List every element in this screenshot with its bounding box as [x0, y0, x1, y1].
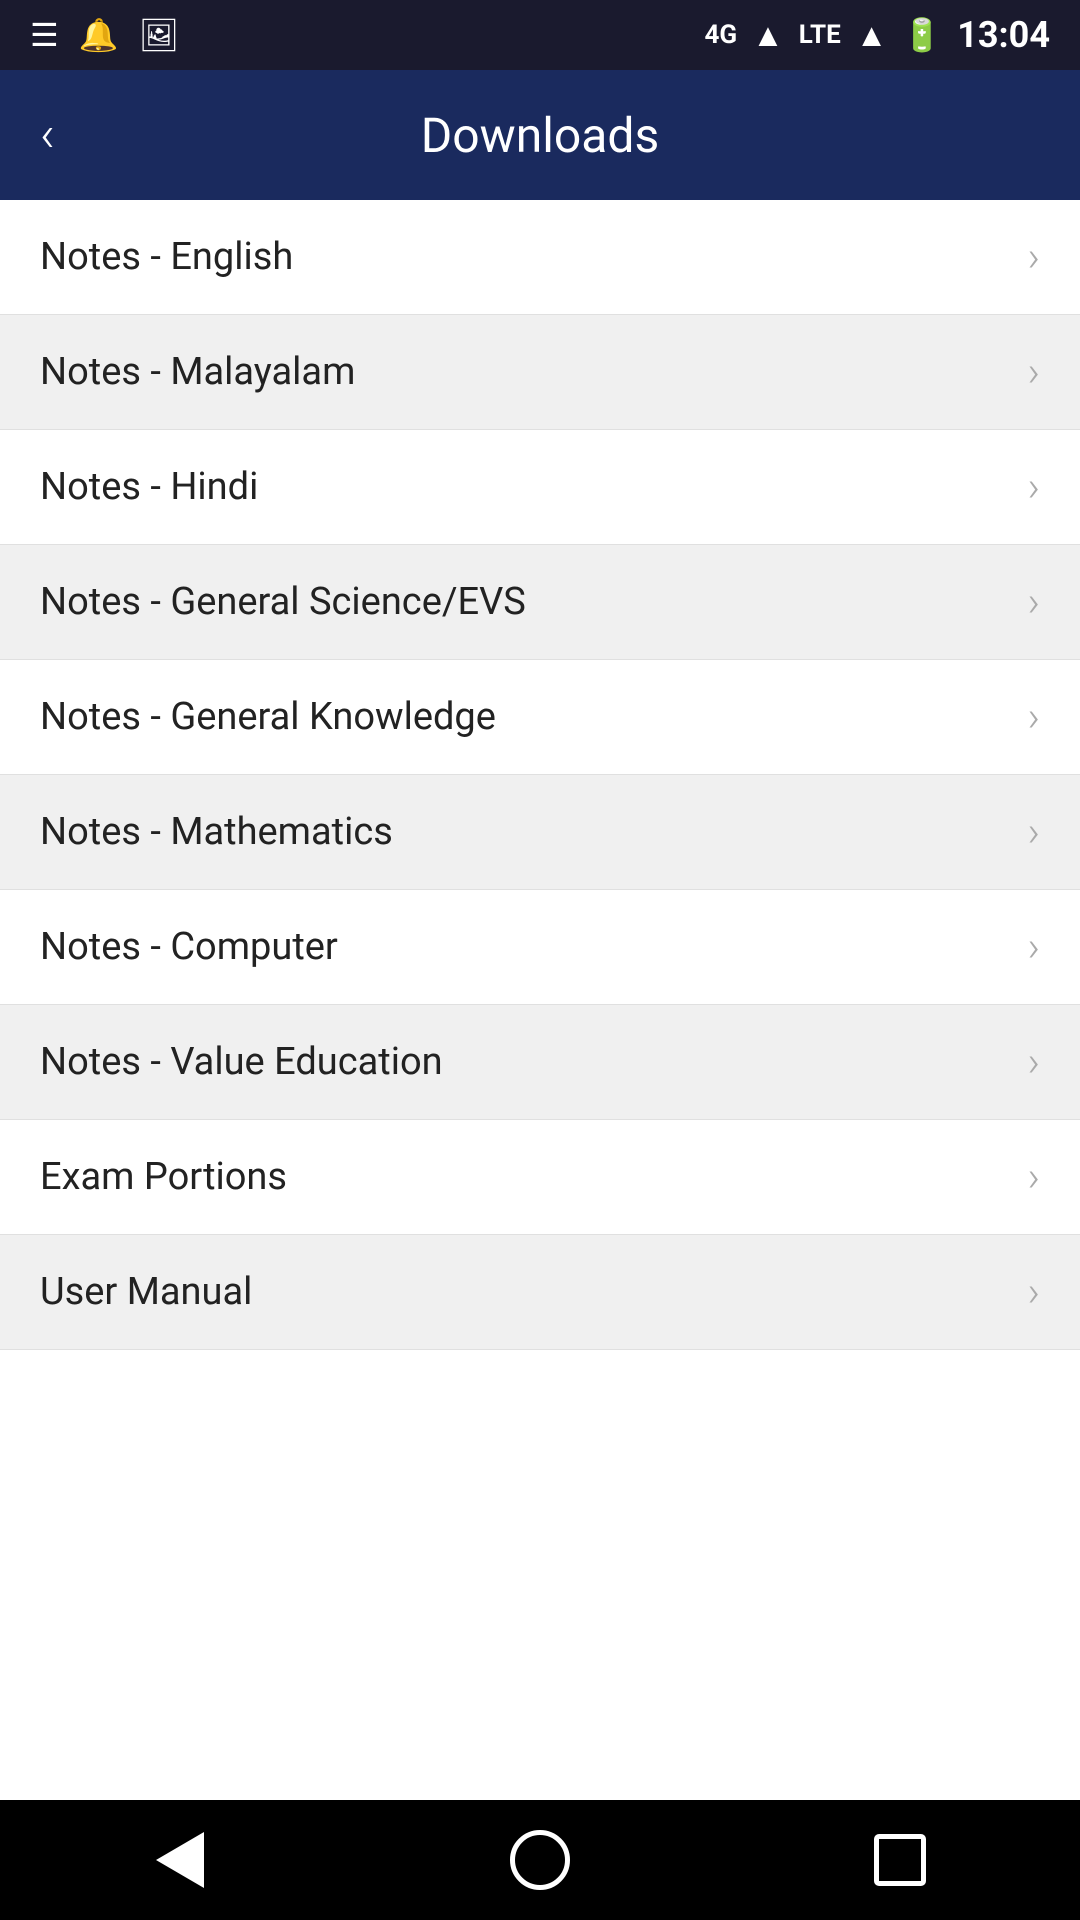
list-item[interactable]: Notes - Value Education ›: [0, 1005, 1080, 1120]
list-item-label: Notes - Computer: [40, 925, 338, 969]
nav-recents-button[interactable]: [860, 1820, 940, 1900]
list-item[interactable]: Notes - Mathematics ›: [0, 775, 1080, 890]
page-title: Downloads: [421, 107, 659, 164]
status-bar: ☰ 🔔 🖼 4G ▲ LTE ▲ 🔋 13:04: [0, 0, 1080, 70]
chevron-right-icon: ›: [1027, 923, 1040, 972]
list-item-label: Notes - Malayalam: [40, 350, 355, 394]
list-item[interactable]: Notes - Computer ›: [0, 890, 1080, 1005]
notification-icon: 🔔: [79, 16, 119, 54]
list-item[interactable]: User Manual ›: [0, 1235, 1080, 1350]
chevron-right-icon: ›: [1027, 693, 1040, 742]
chevron-right-icon: ›: [1027, 1038, 1040, 1087]
nav-home-button[interactable]: [500, 1820, 580, 1900]
header: ‹ Downloads: [0, 70, 1080, 200]
list-item-label: Notes - Hindi: [40, 465, 258, 509]
signal-icon: ▲: [752, 16, 784, 54]
back-button[interactable]: ‹: [40, 110, 55, 160]
chevron-right-icon: ›: [1027, 578, 1040, 627]
chevron-right-icon: ›: [1027, 463, 1040, 512]
list-item[interactable]: Exam Portions ›: [0, 1120, 1080, 1235]
list-item-label: Notes - English: [40, 235, 293, 279]
battery-icon: 🔋: [902, 16, 942, 54]
chevron-right-icon: ›: [1027, 1153, 1040, 1202]
menu-icon: ☰: [30, 16, 59, 54]
list-item-label: Notes - General Science/EVS: [40, 580, 526, 624]
recents-square-icon: [874, 1834, 926, 1886]
list-item[interactable]: Notes - Malayalam ›: [0, 315, 1080, 430]
nav-back-button[interactable]: [140, 1820, 220, 1900]
list-item-label: User Manual: [40, 1270, 252, 1314]
network-label: 4G: [704, 20, 737, 50]
status-bar-right: 4G ▲ LTE ▲ 🔋 13:04: [704, 14, 1050, 56]
list-item-label: Notes - General Knowledge: [40, 695, 496, 739]
status-time: 13:04: [957, 14, 1050, 56]
list-item-label: Notes - Mathematics: [40, 810, 393, 854]
list-item-label: Notes - Value Education: [40, 1040, 443, 1084]
chevron-right-icon: ›: [1027, 233, 1040, 282]
chevron-right-icon: ›: [1027, 1268, 1040, 1317]
lte-label: LTE: [799, 20, 841, 50]
downloads-list: Notes - English›Notes - Malayalam›Notes …: [0, 200, 1080, 1800]
list-item[interactable]: Notes - Hindi ›: [0, 430, 1080, 545]
list-item[interactable]: Notes - English ›: [0, 200, 1080, 315]
list-item-label: Exam Portions: [40, 1155, 287, 1199]
list-item[interactable]: Notes - General Science/EVS ›: [0, 545, 1080, 660]
bottom-navigation: [0, 1800, 1080, 1920]
chevron-right-icon: ›: [1027, 348, 1040, 397]
status-bar-left: ☰ 🔔 🖼: [30, 16, 179, 54]
signal-icon-2: ▲: [856, 16, 888, 54]
home-circle-icon: [510, 1830, 570, 1890]
list-item[interactable]: Notes - General Knowledge ›: [0, 660, 1080, 775]
image-icon: 🖼: [139, 16, 180, 54]
chevron-right-icon: ›: [1027, 808, 1040, 857]
back-triangle-icon: [156, 1832, 204, 1888]
